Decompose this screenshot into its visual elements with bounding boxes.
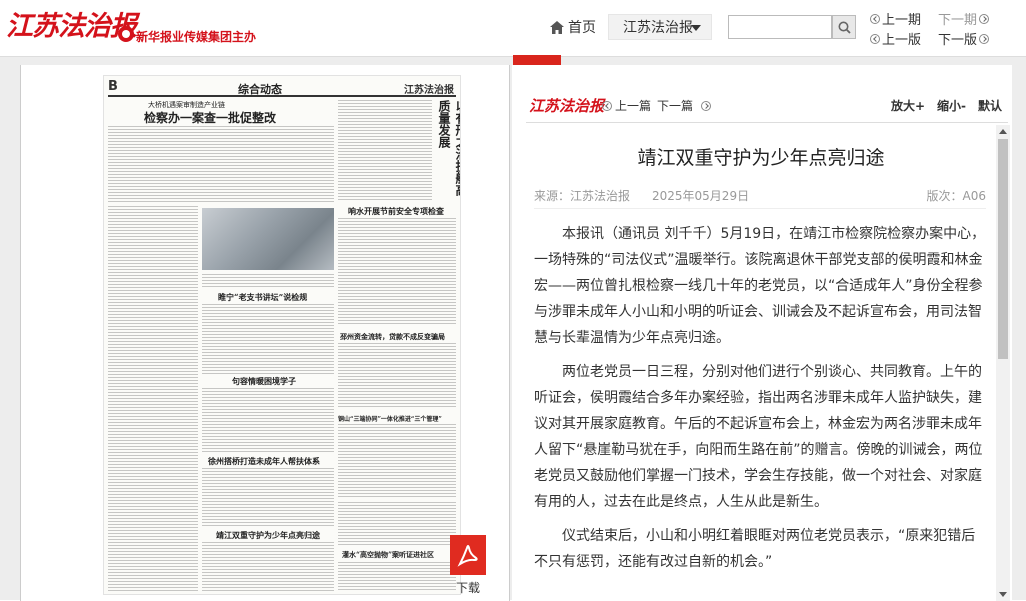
article-content[interactable]: 靖江双重守护为少年点亮归途 来源：江苏法治报 2025年05月29日 版次：A0… <box>526 125 996 601</box>
article-source: 来源：江苏法治报 <box>534 189 631 203</box>
top-header: 江苏法治报 新华报业传媒集团主办 首页 江苏法治报 上一期 下一期 上一版 下一… <box>0 0 1026 56</box>
next-page-link[interactable]: 下一版 <box>938 29 991 48</box>
edition-select[interactable]: 江苏法治报 <box>608 14 712 40</box>
text-columns <box>108 206 198 592</box>
article-block-xuzhou[interactable]: 徐州搭桥打造未成年人帮扶体系 <box>202 456 334 526</box>
home-link[interactable]: 首页 <box>550 17 596 37</box>
article-date: 2025年05月29日 <box>652 189 750 203</box>
arrow-left-circle-icon <box>870 33 880 44</box>
photo-caption <box>202 274 334 288</box>
site-logo[interactable]: 江苏法治报 <box>6 4 137 43</box>
page-section-name: 综合动态 <box>238 83 282 96</box>
vertical-title: 以有形之治护航高质量发展 <box>437 100 461 196</box>
newspaper-page: B 综合动态 江苏法治报 大桥机遇案审制造产业链 检察办一案查一批促整改 以有形… <box>103 75 461 595</box>
article-block-jingjiang[interactable]: 靖江双重守护为少年点亮归途 <box>202 530 334 592</box>
text-columns <box>338 100 432 200</box>
zoom-controls: 放大+ 缩小- 默认 <box>891 97 1002 114</box>
article-block-parabolic[interactable]: 灌水“高空抛物”案听证进社区 <box>338 502 456 592</box>
arrow-right-circle-icon <box>979 13 990 24</box>
zoom-default-button[interactable]: 默认 <box>978 97 1002 114</box>
news-photo[interactable] <box>202 208 334 270</box>
article-block-campus[interactable]: 铜山“三端协同”一体化推进“三个管理” <box>338 414 456 498</box>
prev-issue-link[interactable]: 上一期 <box>868 9 921 28</box>
panel-logo: 江苏法治报 <box>529 97 605 115</box>
campus-title: 铜山“三端协同”一体化推进“三个管理” <box>338 416 442 423</box>
article-block-left[interactable] <box>108 206 198 592</box>
arrow-left-circle-icon <box>870 13 880 24</box>
next-issue-link[interactable]: 下一期 <box>938 9 991 28</box>
study-title: 句容情暖困境学子 <box>232 376 296 386</box>
pdf-icon <box>457 545 478 567</box>
main-area: B 综合动态 江苏法治报 大桥机遇案审制造产业链 检察办一案查一批促整改 以有形… <box>0 55 1026 601</box>
text-columns <box>338 218 456 326</box>
article-paragraph: 仪式结束后，小山和小明红着眼眶对两位老党员表示，“原来犯错后不只有惩罚，还能有改… <box>534 528 976 570</box>
page-letter: B <box>108 79 118 94</box>
vertical-scrollbar[interactable] <box>996 125 1010 601</box>
article-edition: 版次：A06 <box>926 189 986 203</box>
text-columns <box>338 424 456 498</box>
safety-title: 响水开展节前安全专项检查 <box>348 206 444 216</box>
arrow-right-circle-icon <box>979 33 990 44</box>
scrollbar-thumb[interactable] <box>998 139 1008 359</box>
zoom-out-button[interactable]: 缩小- <box>937 97 966 114</box>
article-paragraph: 两位老党员一日三程，分别对他们进行个别谈心、共同教育。上午的听证会，侯明霞结合多… <box>534 364 983 510</box>
text-columns <box>338 562 456 592</box>
article-panel: 江苏法治报 上一篇 下一篇 放大+ 缩小- 默认 靖江双重守护为少年点亮归途 来… <box>512 65 1012 601</box>
article-paragraph: 本报讯（通讯员 刘千千）5月19日，在靖江市检察院检察办案中心，一场特殊的“司法… <box>534 226 986 346</box>
parabolic-title: 灌水“高空抛物”案听证进社区 <box>342 550 435 559</box>
xinhua-group-icon <box>118 26 134 42</box>
text-columns <box>338 502 456 546</box>
text-columns <box>202 388 334 452</box>
article-block-funds[interactable]: 邳州资金流转，贷款不成反变骗局 <box>338 332 456 410</box>
article-block-lead[interactable]: 大桥机遇案审制造产业链 检察办一案查一批促整改 <box>108 100 334 204</box>
xuzhou-title: 徐州搭桥打造未成年人帮扶体系 <box>208 456 320 466</box>
lead-title: 检察办一案查一批促整改 <box>144 111 277 125</box>
article-block-vertical[interactable]: 以有形之治护航高质量发展 <box>338 100 460 202</box>
pdf-download-button[interactable] <box>450 535 486 575</box>
article-block-safety[interactable]: 响水开展节前安全专项检查 <box>338 206 456 328</box>
article-title: 靖江双重守护为少年点亮归途 <box>637 147 885 169</box>
newspaper-frame: B 综合动态 江苏法治报 大桥机遇案审制造产业链 检察办一案查一批促整改 以有形… <box>20 65 510 601</box>
search-input[interactable] <box>728 15 832 39</box>
scroll-down-arrow-icon[interactable] <box>999 592 1007 597</box>
article-body: 本报讯（通讯员 刘千千）5月19日，在靖江市检察院检察办案中心，一场特殊的“司法… <box>534 221 986 583</box>
panel-toolbar: 江苏法治报 上一篇 下一篇 放大+ 缩小- 默认 <box>526 93 1008 123</box>
prev-page-label: 上一版 <box>882 33 922 48</box>
group-label: 新华报业传媒集团主办 <box>136 30 257 44</box>
scroll-up-arrow-icon[interactable] <box>999 129 1007 134</box>
next-page-label: 下一版 <box>938 33 978 48</box>
download-label[interactable]: 下载 <box>456 579 480 596</box>
zoom-in-button[interactable]: 放大+ <box>891 97 925 114</box>
prev-issue-label: 上一期 <box>882 13 922 28</box>
arrow-right-circle-icon <box>701 100 712 111</box>
prev-article-link[interactable]: 上一篇 <box>615 97 651 114</box>
article-block-study[interactable]: 句容情暖困境学子 <box>202 376 334 452</box>
next-issue-label: 下一期 <box>938 13 978 28</box>
lecture-title: 睢宁“老支书讲坛”说检规 <box>218 292 308 302</box>
text-columns <box>202 542 334 592</box>
edition-select-value: 江苏法治报 <box>623 20 693 36</box>
text-columns <box>338 343 456 409</box>
text-columns <box>108 126 334 202</box>
jingjiang-title: 靖江双重守护为少年点亮归途 <box>216 530 320 540</box>
funds-title: 邳州资金流转，贷款不成反变骗局 <box>340 332 445 341</box>
text-columns <box>202 468 334 526</box>
prev-page-link[interactable]: 上一版 <box>868 29 921 48</box>
search-icon <box>838 21 851 34</box>
text-columns <box>202 304 334 374</box>
article-nav: 上一篇 下一篇 <box>600 97 714 114</box>
next-article-link[interactable]: 下一篇 <box>657 97 693 114</box>
chevron-down-icon <box>691 25 701 31</box>
page-header: B 综合动态 江苏法治报 <box>108 79 456 97</box>
article-meta: 来源：江苏法治报 2025年05月29日 版次：A06 <box>534 183 986 209</box>
home-label: 首页 <box>568 20 596 36</box>
home-icon <box>550 20 564 34</box>
article-block-lecture[interactable]: 睢宁“老支书讲坛”说检规 <box>202 292 334 374</box>
page-mini-logo: 江苏法治报 <box>404 85 454 96</box>
arrow-left-circle-icon <box>602 100 612 111</box>
search-button[interactable] <box>832 15 856 39</box>
